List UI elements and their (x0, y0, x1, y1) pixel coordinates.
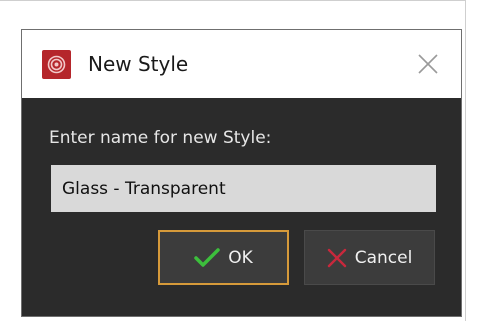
ok-label: OK (228, 247, 253, 268)
style-name-label: Enter name for new Style: (49, 128, 272, 148)
cancel-button[interactable]: Cancel (304, 230, 435, 285)
cancel-label: Cancel (354, 247, 413, 268)
new-style-dialog: New Style Enter name for new Style: OK C… (21, 29, 462, 317)
ok-button[interactable]: OK (158, 230, 289, 285)
close-button[interactable] (416, 52, 440, 76)
app-logo-icon (42, 50, 71, 79)
title-bar: New Style (22, 30, 461, 98)
checkmark-icon (194, 247, 220, 268)
x-icon (327, 248, 347, 268)
dialog-title: New Style (88, 52, 189, 76)
close-icon (418, 54, 438, 74)
style-name-input[interactable] (51, 165, 436, 212)
